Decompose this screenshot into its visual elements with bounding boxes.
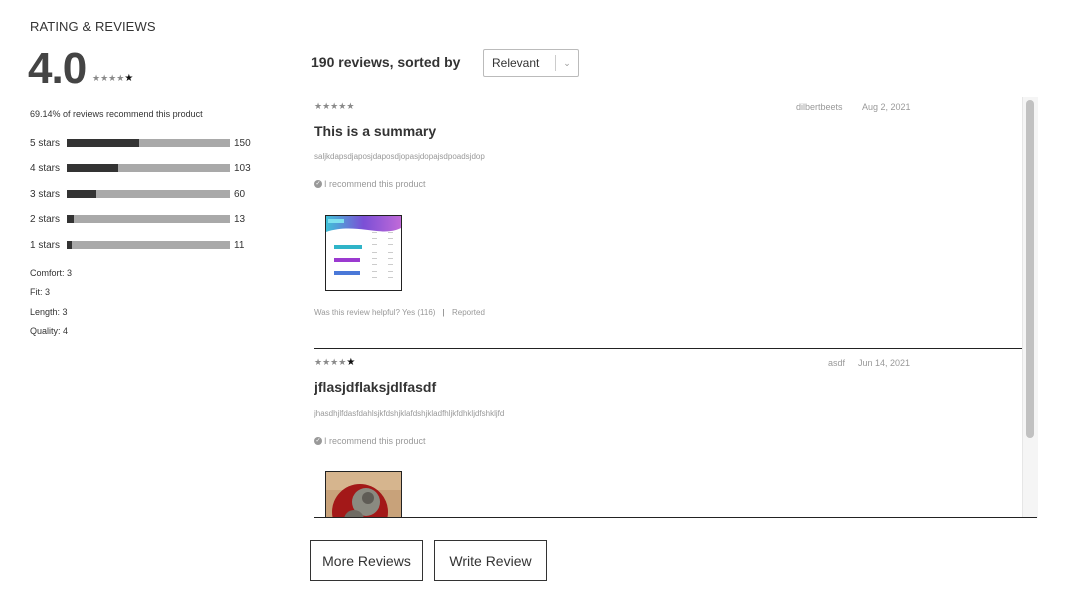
characteristic-length: Length: 3 [30,307,68,317]
recommend-percentage: 69.14% of reviews recommend this product [30,109,203,119]
review-username: asdf [828,358,846,368]
ratings-heading: RATING & REVIEWS [30,19,156,34]
breakdown-bar [67,164,230,172]
review-recommend: ✓ I recommend this product [314,436,426,446]
breakdown-bar [67,190,230,198]
review-photo-image [326,216,401,290]
review-star-rating: ★ ★ ★ ★ ★ [314,102,354,111]
star-icon: ★ [314,101,323,111]
rating-breakdown-row[interactable]: 3 stars 60 [30,187,245,201]
breakdown-label[interactable]: 5 stars [30,138,67,149]
breakdown-bar-fill [67,164,118,172]
characteristic-quality: Quality: 4 [30,326,69,336]
review-recommend-text: I recommend this product [324,179,426,189]
average-star-rating: ★ ★ ★ ★ ★ [92,73,134,84]
breakdown-bar-fill [67,241,72,249]
helpful-divider: | [442,308,445,317]
review-recommend-text: I recommend this product [324,436,426,446]
rating-breakdown-row[interactable]: 1 stars 11 [30,238,244,252]
helpful-yes-link[interactable]: Yes [402,308,415,317]
review-title: jflasjdflaksjdlfasdf [314,379,437,395]
report-link[interactable]: Reported [452,308,485,317]
write-review-button[interactable]: Write Review [434,540,547,581]
star-icon: ★ [338,101,347,111]
breakdown-count: 13 [234,213,246,225]
breakdown-count: 11 [234,239,245,251]
star-icon: ★ [330,101,339,111]
helpful-prompt: Was this review helpful? [314,308,400,317]
review-list[interactable]: ★ ★ ★ ★ ★ dilbertbeets Aug 2, 2021 This is a… [314,97,1037,518]
review-divider [314,348,1022,349]
review-photo-thumbnail[interactable] [325,471,402,518]
breakdown-count: 103 [234,162,251,174]
star-icon: ★ [338,357,347,367]
breakdown-bar-fill [67,215,74,223]
star-icon: ★ [124,73,134,84]
helpful-count: (116) [417,308,436,317]
average-rating: 4.0 [28,44,87,93]
star-icon: ★ [116,73,125,83]
breakdown-label[interactable]: 4 stars [30,163,67,174]
characteristic-fit: Fit: 3 [30,287,51,297]
star-icon: ★ [346,357,356,368]
star-icon: ★ [330,357,339,367]
rating-breakdown-row[interactable]: 2 stars 13 [30,212,245,226]
checkmark-icon: ✓ [314,437,322,445]
chevron-down-icon[interactable]: ⌄ [556,58,578,69]
star-icon: ★ [322,101,331,111]
characteristic-comfort: Comfort: 3 [30,268,73,278]
star-icon: ★ [314,357,323,367]
breakdown-bar [67,241,230,249]
review-list-scrollbar-thumb[interactable] [1026,100,1034,438]
review-photo-image [326,472,401,518]
rating-breakdown-row[interactable]: 4 stars 103 [30,161,251,175]
breakdown-bar [67,139,230,147]
reviews-count-label: 190 reviews, sorted by [311,54,461,70]
breakdown-bar [67,215,230,223]
review-title: This is a summary [314,123,437,139]
more-reviews-button[interactable]: More Reviews [310,540,423,581]
review-star-rating: ★ ★ ★ ★ ★ [314,357,356,368]
review-body: saljkdapsdjaposjdaposdjopasjdopajsdpoads… [314,152,485,161]
breakdown-label[interactable]: 2 stars [30,214,67,225]
breakdown-count: 150 [234,137,251,149]
star-icon: ★ [322,357,331,367]
review-recommend: ✓ I recommend this product [314,179,426,189]
sort-selected-value[interactable]: Relevant [484,56,555,70]
review-date: Jun 14, 2021 [858,358,911,368]
review-body: jhasdhjlfdasfdahlsjkfdshjklafdshjkladfhl… [314,409,505,418]
sort-select[interactable]: Relevant ⌄ [483,49,579,77]
breakdown-bar-fill [67,139,139,147]
star-icon: ★ [108,73,117,83]
breakdown-label[interactable]: 1 stars [30,240,67,251]
star-icon: ★ [346,101,355,111]
checkmark-icon: ✓ [314,180,322,188]
breakdown-count: 60 [234,188,246,200]
review-username: dilbertbeets [796,102,843,112]
star-icon: ★ [92,73,101,83]
review-photo-thumbnail[interactable] [325,215,402,291]
star-icon: ★ [100,73,109,83]
review-list-bottom-border [314,517,1037,518]
rating-breakdown-row[interactable]: 5 stars 150 [30,136,251,150]
helpful-section: Was this review helpful? Yes (116) | Rep… [314,308,485,317]
breakdown-label[interactable]: 3 stars [30,189,67,200]
breakdown-bar-fill [67,190,97,198]
review-date: Aug 2, 2021 [862,102,911,112]
